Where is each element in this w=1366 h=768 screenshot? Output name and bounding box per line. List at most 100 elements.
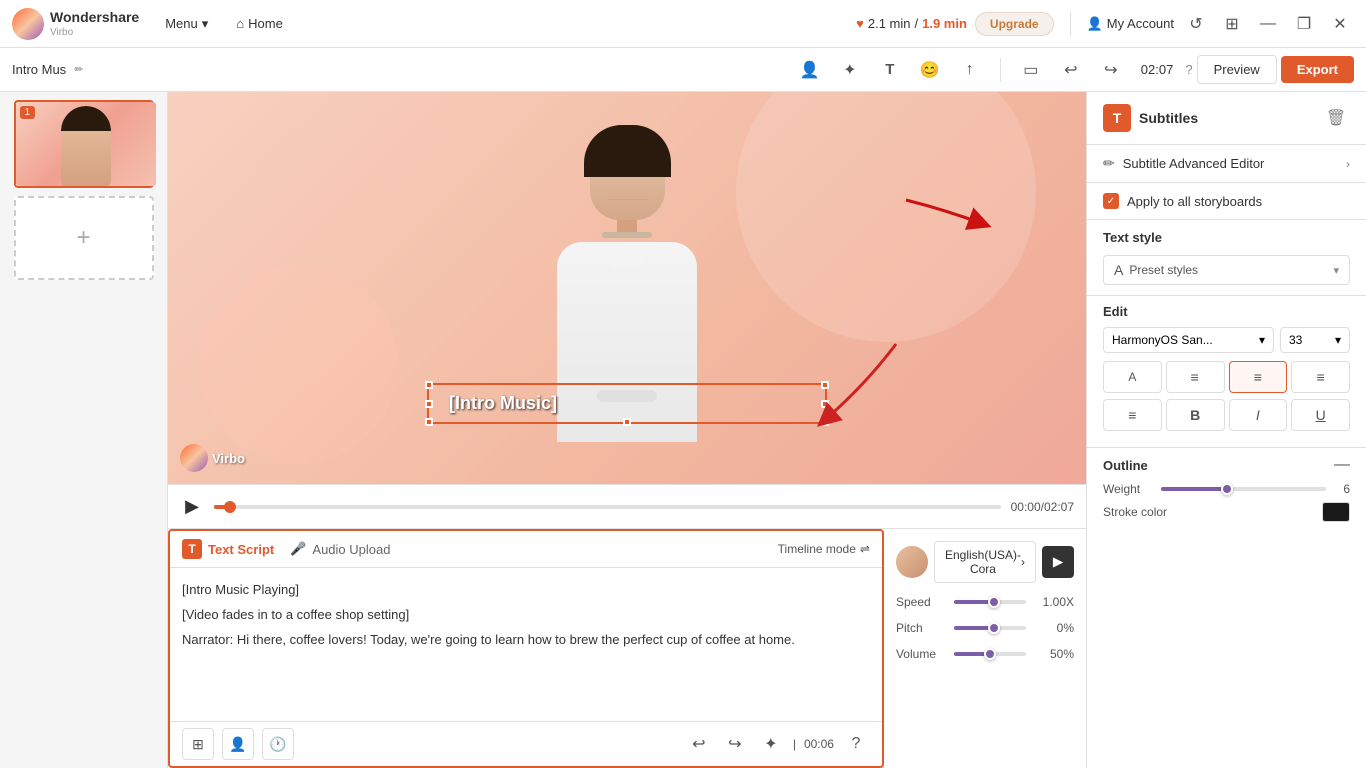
weight-thumb[interactable] [1221,483,1233,495]
weight-slider[interactable] [1161,487,1326,491]
edit-tab-icon[interactable]: ✏ [74,63,83,76]
redo-icon2: ↪ [728,734,741,754]
list-indent-button[interactable]: ≡ [1103,399,1162,431]
apply-all-row: ✓ Apply to all storyboards [1087,183,1366,220]
upload-tool-button[interactable]: ↑ [952,52,988,88]
app-product: Virbo [50,27,139,38]
watermark: Virbo [180,444,245,472]
topbar: Wondershare Virbo Menu ▾ ⌂ Home ♥ 2.1 mi… [0,0,1366,48]
add-slide-button[interactable]: + [14,196,154,280]
apply-all-checkbox[interactable]: ✓ [1103,193,1119,209]
voice-name-button[interactable]: English(USA)-Cora › [934,541,1036,583]
play-button[interactable]: ▶ [180,495,204,519]
script-action-2[interactable]: 👤 [222,728,254,760]
trash-icon: 🗑 [1326,110,1346,127]
magic-wand-button[interactable]: ✦ [757,730,785,758]
progress-thumb[interactable] [224,501,236,513]
resize-handle-tr[interactable] [821,381,829,389]
voice-play-button[interactable]: ▶ [1042,546,1074,578]
home-button[interactable]: ⌂ Home [226,12,293,35]
text-size-small-button[interactable]: A [1103,361,1162,393]
emoji-tool-button[interactable]: 😊 [912,52,948,88]
grid-view-button[interactable]: ⊞ [1218,10,1246,38]
script-content[interactable]: [Intro Music Playing] [Video fades in to… [170,568,882,721]
account-button[interactable]: 👤 My Account [1087,16,1174,32]
speed-track[interactable] [954,600,1026,604]
avatar-tool-button[interactable]: 👤 [792,52,828,88]
subtitle-advanced-editor-row[interactable]: ✏ Subtitle Advanced Editor › [1087,145,1366,183]
volume-track[interactable] [954,652,1026,656]
font-size-select[interactable]: 33 ▾ [1280,327,1350,353]
heart-icon: ♥ [856,16,864,31]
pitch-thumb[interactable] [988,622,1000,634]
text-script-tab[interactable]: T Text Script [182,539,274,559]
speed-thumb[interactable] [988,596,1000,608]
volume-value: 50% [1034,647,1074,661]
volume-row: Volume 50% [896,647,1074,661]
slide-number-1: 1 [20,106,36,119]
redo-button[interactable]: ↪ [1093,52,1129,88]
text-tool-button[interactable]: T [872,52,908,88]
speed-row: Speed 1.00X [896,595,1074,609]
slide-thumbnail-1[interactable]: 1 [14,100,154,188]
subtitle-overlay[interactable]: [Intro Music] [427,383,827,424]
subtitle-box[interactable]: [Intro Music] [427,383,827,424]
close-button[interactable]: ✕ [1326,10,1354,38]
stroke-color-picker[interactable] [1322,502,1350,522]
align-center-button[interactable]: ≡ [1166,361,1225,393]
upgrade-button[interactable]: Upgrade [975,12,1054,36]
timeline-mode-button[interactable]: Timeline mode ⇌ [778,542,870,556]
underline-button[interactable]: U [1291,399,1350,431]
emoji-icon: 😊 [920,60,940,80]
resize-handle-mr[interactable] [821,400,829,408]
delete-subtitle-button[interactable]: 🗑 [1322,104,1350,132]
bold-icon: B [1190,407,1200,423]
italic-button[interactable]: I [1229,399,1288,431]
restore-button[interactable]: ❐ [1290,10,1318,38]
preview-button[interactable]: Preview [1197,55,1277,84]
resize-handle-bm[interactable] [623,418,631,426]
sticker-tool-button[interactable]: ✦ [832,52,868,88]
script-undo-button[interactable]: ↩ [685,730,713,758]
resize-handle-tl[interactable] [425,381,433,389]
subtitles-icon: T [1103,104,1131,132]
resize-handle-br[interactable] [821,418,829,426]
pitch-value: 0% [1034,621,1074,635]
audio-upload-tab[interactable]: 🎤 Audio Upload [290,541,390,557]
progress-track[interactable] [214,505,1001,509]
user-icon: 👤 [1087,16,1103,32]
secondary-toolbar: Intro Mus ✏ 👤 ✦ T 😊 ↑ ▭ ↩ ↪ 02:07 ? Prev… [0,48,1366,92]
resize-handle-ml[interactable] [425,400,433,408]
volume-thumb[interactable] [984,648,996,660]
undo-button[interactable]: ↩ [1053,52,1089,88]
divider2 [1000,58,1001,82]
minimize-button[interactable]: — [1254,10,1282,38]
weight-label: Weight [1103,482,1153,496]
align-right-button[interactable]: ≡ [1229,361,1288,393]
bg-shape-2 [198,264,398,464]
bottom-panel: T Text Script 🎤 Audio Upload Timeline mo… [168,528,1086,768]
bold-button[interactable]: B [1166,399,1225,431]
script-help-button[interactable]: ? [842,730,870,758]
align-justify-button[interactable]: ≡ [1291,361,1350,393]
script-redo-button[interactable]: ↪ [721,730,749,758]
outline-collapse-button[interactable]: — [1334,456,1350,474]
help-icon[interactable]: ? [1185,62,1192,77]
avatar-necklace [602,232,652,238]
export-button[interactable]: Export [1281,56,1354,83]
play-voice-icon: ▶ [1053,554,1063,570]
font-family-select[interactable]: HarmonyOS San... ▾ [1103,327,1274,353]
add-text-icon: ⊞ [192,736,204,753]
time-counter: 00:00/02:07 [1011,500,1074,514]
menu-button[interactable]: Menu ▾ [155,12,218,36]
preset-styles-dropdown[interactable]: A Preset styles ▾ [1103,255,1350,285]
chevron-down-icon3: ▾ [1335,333,1341,347]
history-button[interactable]: ↺ [1182,10,1210,38]
fit-screen-button[interactable]: ▭ [1013,52,1049,88]
chevron-right-icon2: › [1346,157,1350,171]
add-text-button[interactable]: ⊞ [182,728,214,760]
list-indent-icon: ≡ [1128,407,1136,423]
pitch-track[interactable] [954,626,1026,630]
resize-handle-bl[interactable] [425,418,433,426]
script-action-3[interactable]: 🕐 [262,728,294,760]
